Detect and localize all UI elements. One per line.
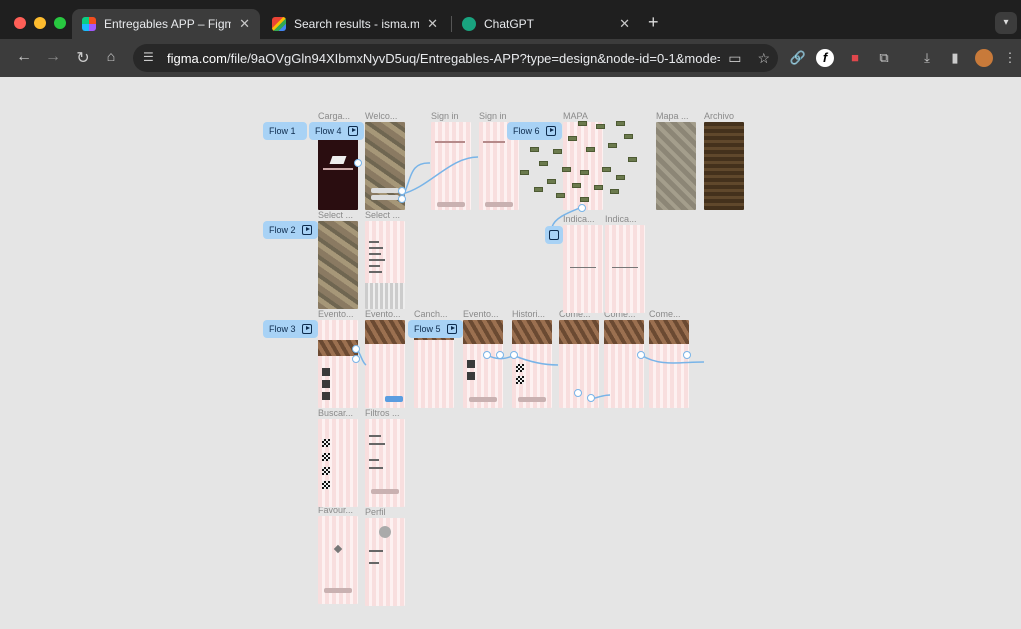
connector-line — [401, 162, 431, 200]
tab-search-chevron-icon[interactable]: ▾ — [995, 12, 1017, 34]
connector-node[interactable] — [483, 351, 491, 359]
minimize-window-button[interactable] — [34, 17, 46, 29]
profile-avatar[interactable] — [975, 49, 993, 67]
reload-icon[interactable]: ↻ — [73, 48, 93, 68]
zoom-window-button[interactable] — [54, 17, 66, 29]
connector-node[interactable] — [578, 204, 586, 212]
tab-title: Search results - isma.marin96@ — [294, 17, 420, 31]
flow-label: Flow 4 — [315, 126, 342, 136]
play-prototype-icon[interactable] — [549, 230, 559, 240]
link-extension-icon[interactable]: 🔗 — [789, 49, 807, 67]
bookmark-star-icon[interactable]: ☆ — [757, 50, 770, 67]
connector-node[interactable] — [352, 355, 360, 363]
tab-close-icon[interactable]: ✕ — [427, 16, 438, 32]
figma-icon — [82, 17, 96, 31]
connector-line — [551, 206, 583, 228]
connector-node[interactable] — [683, 351, 691, 359]
flow-label: Flow 3 — [269, 324, 296, 334]
tab-chatgpt[interactable]: ChatGPT ✕ — [452, 9, 640, 39]
url-path: /file/9aOVgGln94XIbmxNyvD5uq/Entregables… — [226, 50, 721, 66]
chatgpt-icon — [462, 17, 476, 31]
connector-node[interactable] — [398, 195, 406, 203]
flow-label: Flow 1 — [269, 126, 296, 136]
connector-node[interactable] — [354, 159, 362, 167]
connector-node[interactable] — [510, 351, 518, 359]
figma-canvas[interactable]: Carga... Welco... Sign in Sign in MAPA M… — [0, 77, 1021, 629]
download-icon[interactable]: ⤓ — [918, 49, 936, 67]
tab-close-icon[interactable]: ✕ — [619, 16, 630, 32]
connector-node[interactable] — [637, 351, 645, 359]
url-text[interactable]: figma.com/file/9aOVgGln94XIbmxNyvD5uq/En… — [167, 51, 720, 66]
side-panel-icon[interactable]: ▮ — [946, 49, 964, 67]
url-host: figma.com — [167, 50, 227, 66]
window-controls — [14, 17, 66, 29]
flow-label: Flow 5 — [414, 324, 441, 334]
back-arrow-icon[interactable]: ← — [14, 48, 34, 66]
flow-6-chip[interactable]: Flow 6 — [507, 122, 562, 140]
close-window-button[interactable] — [14, 17, 26, 29]
site-settings-icon[interactable]: ☰ — [143, 50, 159, 66]
extensions-puzzle-icon[interactable]: ⧉ — [875, 49, 893, 67]
flow-start-chip[interactable] — [545, 226, 563, 244]
play-prototype-icon[interactable] — [301, 324, 312, 334]
flow-3-chip[interactable]: Flow 3 — [263, 320, 318, 338]
play-prototype-icon[interactable] — [301, 225, 312, 235]
browser-toolbar: ← → ↻ ⌂ ☰ figma.com/file/9aOVgGln94XIbmx… — [0, 39, 1021, 77]
flow-4-chip[interactable]: Flow 4 — [309, 122, 364, 140]
address-bar[interactable]: ☰ figma.com/file/9aOVgGln94XIbmxNyvD5uq/… — [133, 44, 778, 72]
tab-figma[interactable]: Entregables APP – Figma ✕ — [72, 9, 260, 39]
reader-extension-icon[interactable]: ■ — [846, 49, 864, 67]
play-prototype-icon[interactable] — [347, 126, 358, 136]
tab-title: ChatGPT — [484, 17, 535, 31]
clipboard-icon[interactable]: ▭ — [728, 50, 741, 67]
connector-node[interactable] — [398, 187, 406, 195]
flow-2-chip[interactable]: Flow 2 — [263, 221, 318, 239]
flow-label: Flow 6 — [513, 126, 540, 136]
more-menu-icon[interactable]: ⋮ — [1001, 49, 1019, 67]
play-prototype-icon[interactable] — [446, 324, 457, 334]
connector-node[interactable] — [352, 345, 360, 353]
connector-line — [514, 355, 559, 366]
play-prototype-icon[interactable] — [545, 126, 556, 136]
flow-label: Flow 2 — [269, 225, 296, 235]
gmail-icon — [272, 17, 286, 31]
forward-arrow-icon[interactable]: → — [43, 48, 63, 66]
connector-node[interactable] — [496, 351, 504, 359]
tab-close-icon[interactable]: ✕ — [239, 16, 250, 32]
new-tab-button[interactable]: + — [648, 12, 659, 33]
formula-extension-icon[interactable]: f — [816, 49, 834, 67]
tab-title: Entregables APP – Figma — [104, 17, 232, 31]
connector-node[interactable] — [574, 389, 582, 397]
home-icon[interactable]: ⌂ — [101, 48, 121, 64]
flow-1-chip[interactable]: Flow 1 — [263, 122, 307, 140]
flow-5-chip[interactable]: Flow 5 — [408, 320, 463, 338]
connector-line — [401, 156, 479, 195]
connector-line — [640, 354, 705, 364]
browser-tab-strip: Entregables APP – Figma ✕ Search results… — [0, 0, 1021, 44]
connector-node[interactable] — [587, 394, 595, 402]
tab-gmail[interactable]: Search results - isma.marin96@ ✕ — [262, 9, 448, 39]
